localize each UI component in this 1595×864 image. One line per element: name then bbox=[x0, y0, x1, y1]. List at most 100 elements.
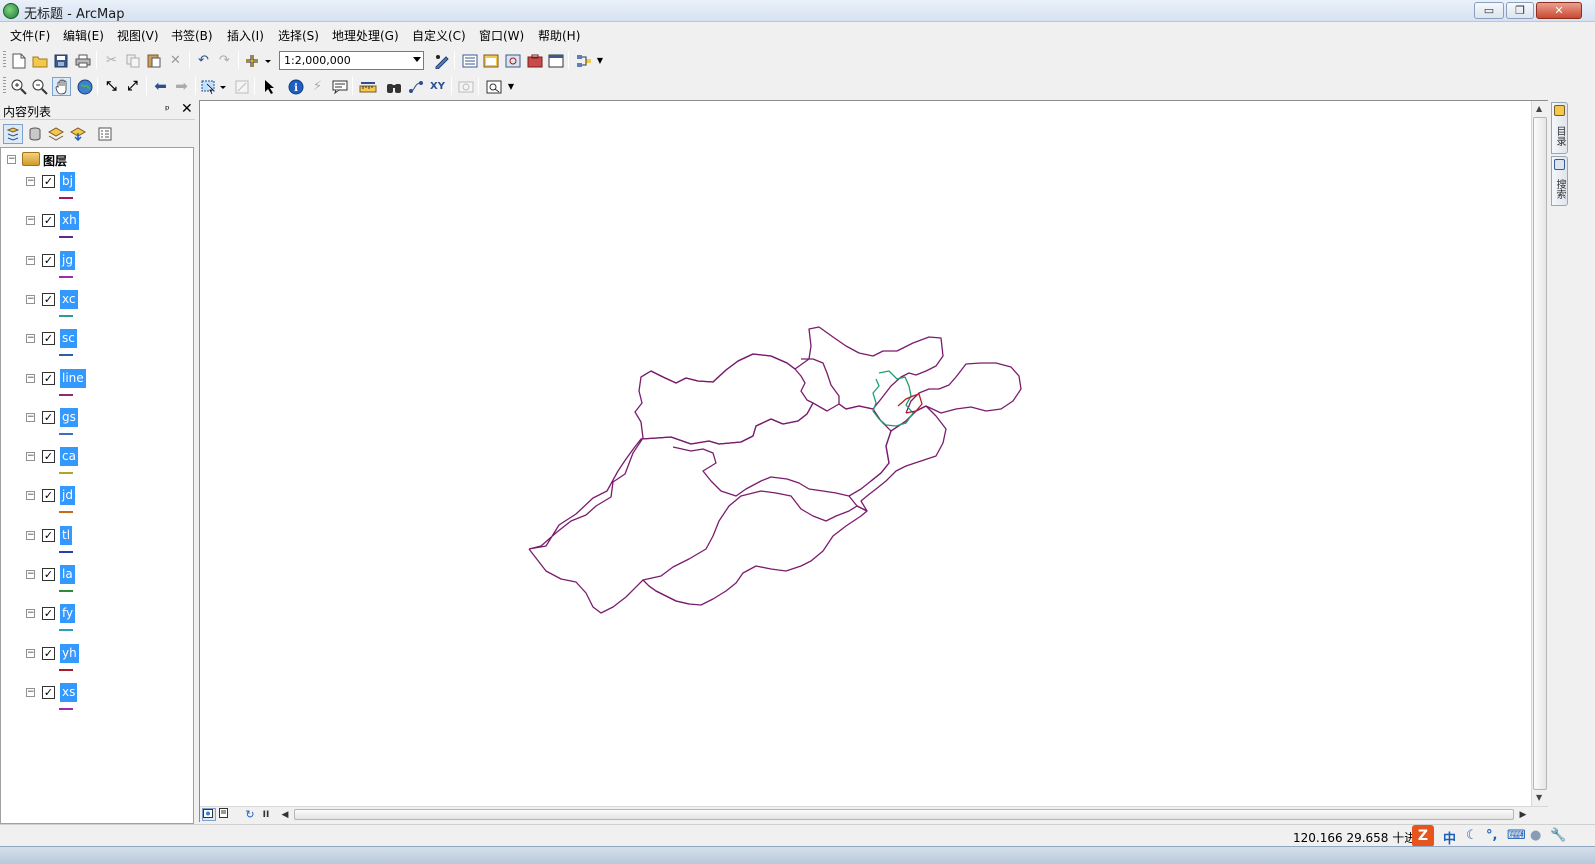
pan-hand-icon[interactable] bbox=[52, 77, 71, 96]
map-scale-combobox[interactable]: 1:2,000,000 bbox=[279, 51, 424, 70]
collapse-icon[interactable]: − bbox=[26, 255, 35, 265]
menu-windows[interactable]: 窗口(W) bbox=[479, 27, 524, 44]
layer-line-symbol[interactable] bbox=[59, 472, 73, 475]
collapse-icon[interactable]: − bbox=[26, 216, 35, 226]
collapse-icon[interactable]: − bbox=[26, 491, 35, 501]
toolbar-options-icon[interactable]: ▼ bbox=[505, 77, 517, 96]
fixed-zoom-out-icon[interactable]: ⤢ bbox=[123, 77, 142, 96]
collapse-icon[interactable]: − bbox=[26, 373, 35, 383]
ime-halfwidth-moon-icon[interactable]: ☾ bbox=[1466, 828, 1478, 843]
menu-help[interactable]: 帮助(H) bbox=[538, 27, 580, 44]
redo-icon[interactable]: ↷ bbox=[215, 51, 234, 70]
layer-name[interactable]: bj bbox=[60, 172, 75, 191]
collapse-icon[interactable]: − bbox=[26, 294, 35, 304]
layer-row-line[interactable]: − ✓ line bbox=[1, 368, 191, 408]
layer-line-symbol[interactable] bbox=[59, 393, 73, 396]
ime-logo-icon[interactable]: Z bbox=[1412, 825, 1434, 847]
layer-visibility-checkbox[interactable]: ✓ bbox=[42, 528, 55, 542]
scroll-left-icon[interactable]: ◀ bbox=[278, 808, 292, 821]
editor-toolbar-icon[interactable] bbox=[432, 51, 451, 70]
arctoolbox-icon[interactable] bbox=[525, 51, 544, 70]
collapse-icon[interactable]: − bbox=[26, 177, 35, 186]
menu-view[interactable]: 视图(V) bbox=[117, 27, 159, 44]
measure-icon[interactable] bbox=[358, 77, 377, 96]
catalog-window-icon[interactable] bbox=[481, 51, 500, 70]
python-window-icon[interactable] bbox=[546, 51, 565, 70]
list-by-selection-icon[interactable] bbox=[68, 124, 88, 144]
layer-row-ca[interactable]: − ✓ ca bbox=[1, 447, 191, 486]
collapse-icon[interactable]: − bbox=[26, 334, 35, 344]
layer-line-symbol[interactable] bbox=[59, 354, 73, 357]
menu-edit[interactable]: 编辑(E) bbox=[63, 27, 104, 44]
menu-bookmarks[interactable]: 书签(B) bbox=[171, 27, 213, 44]
menu-file[interactable]: 文件(F) bbox=[10, 27, 50, 44]
layout-view-icon[interactable] bbox=[219, 808, 233, 821]
new-document-icon[interactable] bbox=[9, 51, 28, 70]
copy-icon[interactable] bbox=[123, 51, 142, 70]
layer-name[interactable]: jd bbox=[60, 486, 75, 506]
ime-punctuation-icon[interactable]: °, bbox=[1486, 828, 1497, 843]
layer-line-symbol[interactable] bbox=[59, 314, 73, 317]
save-icon[interactable] bbox=[51, 51, 70, 70]
map-display[interactable]: ▲ ▼ ↻ II ◀ ▶ bbox=[199, 100, 1548, 822]
layer-row-sc[interactable]: − ✓ sc bbox=[1, 329, 191, 368]
scroll-down-icon[interactable]: ▼ bbox=[1536, 793, 1542, 802]
layer-row-bj[interactable]: − ✓ bj bbox=[1, 172, 191, 211]
layer-row-xs[interactable]: − ✓ xs bbox=[1, 682, 191, 722]
layer-visibility-checkbox[interactable]: ✓ bbox=[42, 253, 55, 267]
layer-row-fy[interactable]: − ✓ fy bbox=[1, 604, 191, 643]
modelbuilder-icon[interactable] bbox=[574, 51, 593, 70]
layer-line-symbol[interactable] bbox=[59, 550, 73, 553]
table-of-contents-icon[interactable] bbox=[460, 51, 479, 70]
layer-line-symbol[interactable] bbox=[59, 511, 73, 514]
layer-visibility-checkbox[interactable]: ✓ bbox=[42, 214, 55, 228]
layer-name[interactable]: yh bbox=[60, 643, 79, 663]
layer-name[interactable]: tl bbox=[60, 525, 73, 545]
layer-name[interactable]: gs bbox=[60, 407, 78, 427]
restore-button[interactable]: ❐ bbox=[1506, 2, 1534, 19]
layer-visibility-checkbox[interactable]: ✓ bbox=[42, 410, 55, 424]
collapse-icon[interactable]: − bbox=[26, 648, 35, 658]
find-route-icon[interactable] bbox=[406, 77, 425, 96]
layer-visibility-checkbox[interactable]: ✓ bbox=[42, 646, 55, 660]
pin-icon[interactable]: ᵖ bbox=[165, 103, 170, 116]
layer-visibility-checkbox[interactable]: ✓ bbox=[42, 332, 55, 346]
delete-icon[interactable]: ✕ bbox=[166, 51, 185, 70]
layer-name[interactable]: ca bbox=[60, 447, 78, 467]
ime-settings-wrench-icon[interactable]: 🔧 bbox=[1550, 828, 1566, 843]
layer-visibility-checkbox[interactable]: ✓ bbox=[42, 292, 55, 306]
layer-row-xc[interactable]: − ✓ xc bbox=[1, 289, 191, 329]
layer-name[interactable]: jg bbox=[60, 250, 75, 270]
back-extent-icon[interactable]: ⬅ bbox=[151, 77, 170, 96]
layer-visibility-checkbox[interactable]: ✓ bbox=[42, 685, 55, 699]
layer-name[interactable]: xc bbox=[60, 289, 78, 309]
layer-row-xh[interactable]: − ✓ xh bbox=[1, 211, 191, 250]
close-icon[interactable]: ✕ bbox=[181, 101, 193, 117]
collapse-icon[interactable]: − bbox=[26, 609, 35, 619]
layer-row-la[interactable]: − ✓ la bbox=[1, 565, 191, 604]
layer-name[interactable]: la bbox=[60, 565, 75, 584]
select-elements-arrow-icon[interactable] bbox=[259, 77, 278, 96]
collapse-icon[interactable]: − bbox=[26, 452, 35, 462]
layer-visibility-checkbox[interactable]: ✓ bbox=[42, 568, 55, 581]
layer-visibility-checkbox[interactable]: ✓ bbox=[42, 489, 55, 503]
toolbar-grip[interactable] bbox=[3, 51, 6, 69]
layer-visibility-checkbox[interactable]: ✓ bbox=[42, 607, 55, 621]
toolbar-options-icon[interactable]: ▼ bbox=[594, 51, 606, 70]
catalog-tab[interactable]: 目录 bbox=[1551, 102, 1568, 154]
layer-line-symbol[interactable] bbox=[59, 275, 73, 278]
layer-row-jd[interactable]: − ✓ jd bbox=[1, 486, 191, 525]
minimize-button[interactable]: ▭ bbox=[1474, 2, 1504, 19]
layer-visibility-checkbox[interactable]: ✓ bbox=[42, 371, 55, 385]
add-data-icon[interactable] bbox=[243, 51, 273, 70]
vertical-scroll-thumb[interactable] bbox=[1533, 117, 1547, 790]
layer-row-jg[interactable]: − ✓ jg bbox=[1, 250, 191, 290]
undo-icon[interactable]: ↶ bbox=[194, 51, 213, 70]
data-view-icon[interactable] bbox=[202, 808, 216, 821]
layer-visibility-checkbox[interactable]: ✓ bbox=[42, 175, 55, 188]
vertical-scrollbar[interactable]: ▲ ▼ bbox=[1531, 101, 1548, 806]
open-folder-icon[interactable] bbox=[30, 51, 49, 70]
list-by-drawing-order-icon[interactable] bbox=[3, 124, 23, 144]
time-slider-icon[interactable] bbox=[456, 77, 475, 96]
clear-selection-icon[interactable] bbox=[232, 77, 251, 96]
